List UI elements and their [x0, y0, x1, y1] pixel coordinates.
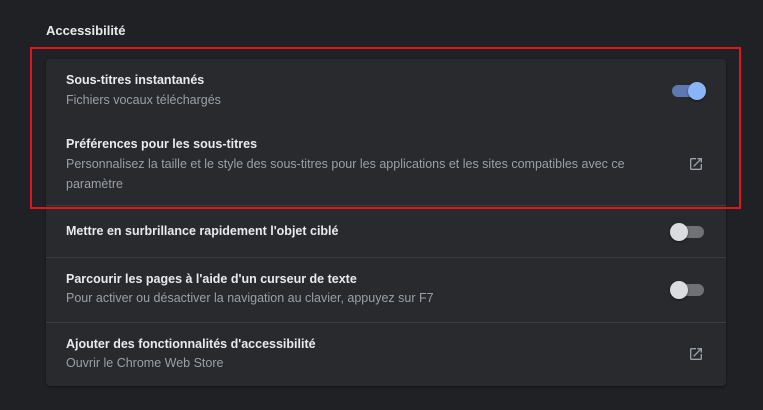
- toggle-knob: [670, 223, 688, 241]
- focus-highlight-toggle[interactable]: [670, 223, 704, 241]
- row-caret-browsing[interactable]: Parcourir les pages à l'aide d'un curseu…: [46, 257, 726, 322]
- live-captions-title: Sous-titres instantanés: [66, 73, 205, 87]
- add-features-title: Ajouter des fonctionnalités d'accessibil…: [66, 337, 316, 351]
- caret-browsing-toggle[interactable]: [670, 281, 704, 299]
- row-live-captions[interactable]: Sous-titres instantanés Fichiers vocaux …: [46, 59, 726, 123]
- caption-preferences-title: Préférences pour les sous-titres: [66, 137, 258, 151]
- section-title: Accessibilité: [46, 23, 126, 38]
- add-features-subtitle: Ouvrir le Chrome Web Store: [66, 356, 224, 370]
- toggle-knob: [670, 281, 688, 299]
- row-caption-preferences[interactable]: Préférences pour les sous-titres Personn…: [46, 123, 726, 205]
- live-captions-subtitle: Fichiers vocaux téléchargés: [66, 93, 221, 107]
- toggle-knob: [688, 82, 706, 100]
- caption-preferences-subtitle: Personnalisez la taille et le style des …: [66, 157, 625, 191]
- row-add-accessibility-features[interactable]: Ajouter des fonctionnalités d'accessibil…: [46, 322, 726, 386]
- external-link-icon[interactable]: [688, 156, 704, 172]
- focus-highlight-title: Mettre en surbrillance rapidement l'obje…: [66, 224, 339, 238]
- live-captions-toggle[interactable]: [672, 82, 706, 100]
- caret-browsing-subtitle: Pour activer ou désactiver la navigation…: [66, 291, 434, 305]
- accessibility-card: Sous-titres instantanés Fichiers vocaux …: [46, 59, 726, 386]
- external-link-icon[interactable]: [688, 346, 704, 362]
- caret-browsing-title: Parcourir les pages à l'aide d'un curseu…: [66, 272, 357, 286]
- row-focus-highlight[interactable]: Mettre en surbrillance rapidement l'obje…: [46, 205, 726, 257]
